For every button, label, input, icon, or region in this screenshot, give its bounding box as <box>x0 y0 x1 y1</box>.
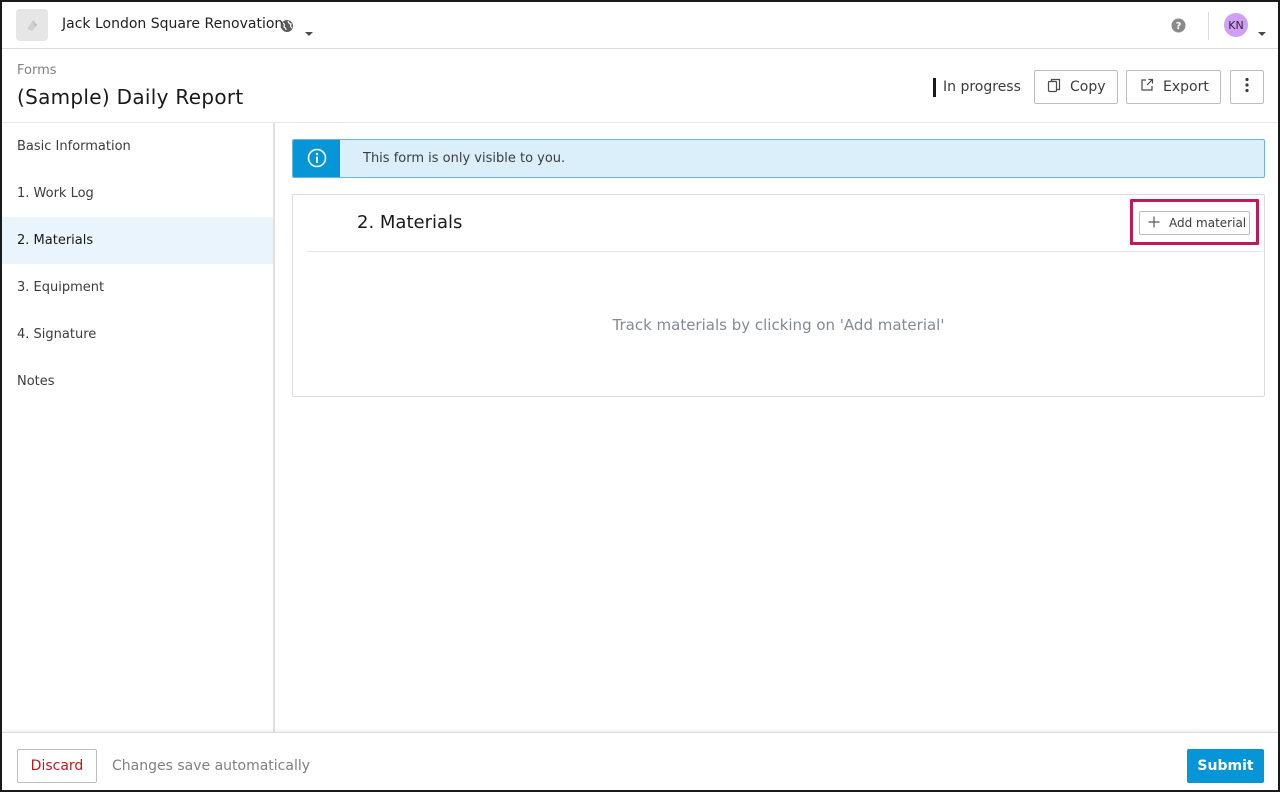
more-vertical-icon <box>1245 77 1249 97</box>
app-window: Jack London Square Renovation ? KN Forms… <box>0 0 1280 792</box>
copy-button[interactable]: Copy <box>1034 70 1118 104</box>
info-icon <box>307 148 327 172</box>
chevron-down-icon[interactable] <box>1257 22 1267 41</box>
sidebar-item-label: Notes <box>17 374 55 389</box>
add-material-label: Add material <box>1169 216 1247 230</box>
sidebar-item-basic-information[interactable]: Basic Information <box>2 123 273 170</box>
sidebar-item-label: 3. Equipment <box>17 280 105 295</box>
svg-text:?: ? <box>1176 21 1182 32</box>
breadcrumb[interactable]: Forms <box>17 63 57 78</box>
submit-button[interactable]: Submit <box>1187 749 1264 783</box>
copy-icon <box>1047 78 1061 97</box>
status-indicator <box>933 77 936 97</box>
more-options-button[interactable] <box>1230 70 1264 104</box>
autosave-text: Changes save automatically <box>112 758 311 774</box>
info-icon-box <box>293 140 340 177</box>
sidebar-item-signature[interactable]: 4. Signature <box>2 311 273 358</box>
sidebar: Basic Information 1. Work Log 2. Materia… <box>2 123 275 732</box>
divider <box>1208 12 1209 40</box>
banner-text: This form is only visible to you. <box>363 151 566 166</box>
materials-section: 2. Materials Add material Track material… <box>292 194 1265 397</box>
sidebar-item-label: 2. Materials <box>17 233 94 248</box>
globe-icon <box>280 18 294 37</box>
avatar[interactable]: KN <box>1224 13 1248 37</box>
page-title: (Sample) Daily Report <box>17 85 244 109</box>
sidebar-item-label: 1. Work Log <box>17 186 94 201</box>
status-badge: In progress <box>933 77 1021 97</box>
add-material-button[interactable]: Add material <box>1139 211 1250 235</box>
discard-button[interactable]: Discard <box>17 749 97 783</box>
plus-icon <box>1148 216 1160 231</box>
top-bar: Jack London Square Renovation ? KN <box>2 2 1278 49</box>
section-divider <box>307 251 1262 252</box>
project-name[interactable]: Jack London Square Renovation <box>62 16 283 32</box>
export-icon <box>1140 78 1154 96</box>
sidebar-item-materials[interactable]: 2. Materials <box>2 217 273 264</box>
sidebar-item-work-log[interactable]: 1. Work Log <box>2 170 273 217</box>
sidebar-item-label: Basic Information <box>17 139 131 154</box>
sidebar-item-equipment[interactable]: 3. Equipment <box>2 264 273 311</box>
status-text: In progress <box>943 79 1021 95</box>
help-icon[interactable]: ? <box>1171 18 1186 37</box>
footer-bar: Discard Changes save automatically Submi… <box>2 732 1278 790</box>
sidebar-item-label: 4. Signature <box>17 327 97 342</box>
app-logo-icon[interactable] <box>16 9 48 41</box>
empty-state-text: Track materials by clicking on 'Add mate… <box>612 316 945 334</box>
sidebar-item-notes[interactable]: Notes <box>2 358 273 405</box>
chevron-down-icon[interactable] <box>304 22 314 41</box>
section-title: 2. Materials <box>357 212 463 233</box>
info-banner: This form is only visible to you. <box>292 139 1265 178</box>
export-label: Export <box>1163 79 1209 95</box>
copy-label: Copy <box>1070 79 1106 95</box>
export-button[interactable]: Export <box>1126 70 1221 104</box>
